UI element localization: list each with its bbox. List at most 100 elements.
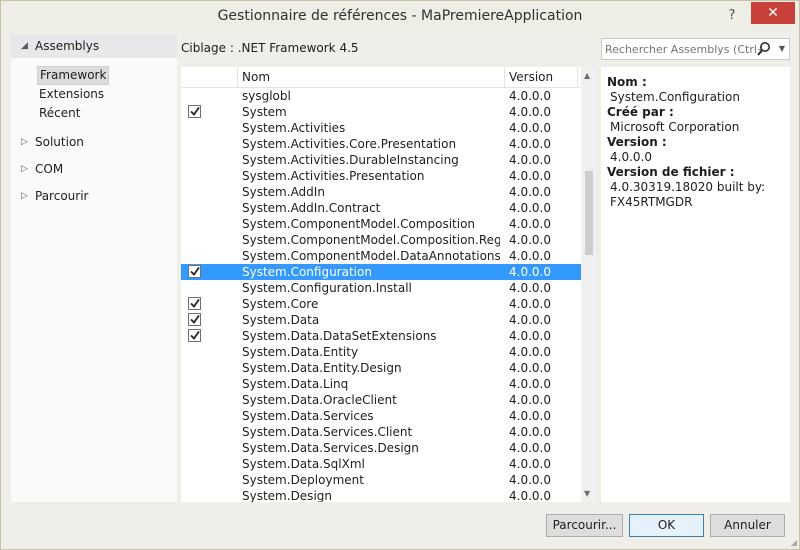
column-separator[interactable]	[504, 67, 505, 87]
checkmark-icon	[190, 314, 200, 324]
nav-node-label: Assemblys	[35, 39, 100, 53]
assembly-name: sysglobl	[242, 89, 291, 103]
assembly-name: System.Data.SqlXml	[242, 457, 365, 471]
window-title: Gestionnaire de références - MaPremiereA…	[217, 8, 583, 24]
assembly-version: 4.0.0.0	[509, 169, 551, 183]
nav-item-extensions[interactable]: Extensions	[37, 85, 106, 104]
assembly-name: System.Data.OracleClient	[242, 393, 397, 407]
assembly-version: 4.0.0.0	[509, 489, 551, 502]
assembly-name: System	[242, 105, 287, 119]
assembly-version: 4.0.0.0	[509, 393, 551, 407]
table-row[interactable]: System.AddIn 4.0.0.0	[181, 184, 581, 200]
table-row[interactable]: System.ComponentModel.DataAnnotations 4.0…	[181, 248, 581, 264]
search-options-dropdown-icon[interactable]: ▼	[779, 44, 785, 53]
checkbox[interactable]	[188, 313, 201, 326]
table-row[interactable]: System.Data.Entity.Design 4.0.0.0	[181, 360, 581, 376]
table-row[interactable]: sysglobl 4.0.0.0	[181, 88, 581, 104]
table-row[interactable]: System.Data.Entity 4.0.0.0	[181, 344, 581, 360]
table-row[interactable]: System.Data.Linq 4.0.0.0	[181, 376, 581, 392]
table-row[interactable]: System.Data.Services 4.0.0.0	[181, 408, 581, 424]
table-row[interactable]: System.Core 4.0.0.0	[181, 296, 581, 312]
table-row[interactable]: System.Data.DataSetExtensions 4.0.0.0	[181, 328, 581, 344]
scroll-up-arrow-icon[interactable]: ▲	[584, 71, 590, 80]
search-box[interactable]: ▼	[601, 38, 790, 60]
detail-name-value: System.Configuration	[610, 90, 740, 104]
table-row[interactable]: System.Data.Services.Design 4.0.0.0	[181, 440, 581, 456]
assembly-name: System.Activities.DurableInstancing	[242, 153, 459, 167]
ok-button[interactable]: OK	[629, 514, 704, 537]
checkbox[interactable]	[188, 329, 201, 342]
table-row[interactable]: System.Data.Services.Client 4.0.0.0	[181, 424, 581, 440]
detail-name-label: Nom :	[607, 75, 647, 89]
nav-item-recent[interactable]: Récent	[37, 104, 82, 123]
assembly-name: System.Data.Entity	[242, 345, 359, 359]
detail-version-value: 4.0.0.0	[610, 150, 652, 164]
assembly-version: 4.0.0.0	[509, 121, 551, 135]
scroll-down-arrow-icon[interactable]: ▼	[584, 489, 590, 498]
help-button[interactable]: ?	[722, 5, 742, 27]
nav-item-framework[interactable]: Framework	[37, 66, 110, 85]
table-row[interactable]: System.Activities.Presentation 4.0.0.0	[181, 168, 581, 184]
assembly-list: Nom Version sysglobl 4.0.0.0 System 4.0.0.0…	[181, 67, 596, 502]
assembly-name: System.Data.Services.Client	[242, 425, 413, 439]
collapsed-arrow-icon[interactable]: ▷	[21, 130, 28, 154]
list-header: Nom Version	[181, 67, 581, 88]
nav-node-label: Solution	[35, 135, 84, 149]
table-row[interactable]: System.Deployment 4.0.0.0	[181, 472, 581, 488]
nav-node-com[interactable]: ▷ COM	[11, 157, 177, 181]
assembly-version: 4.0.0.0	[509, 425, 551, 439]
checkmark-icon	[190, 330, 200, 340]
search-input[interactable]	[605, 40, 763, 58]
table-row[interactable]: System.Activities 4.0.0.0	[181, 120, 581, 136]
checkbox[interactable]	[188, 297, 201, 310]
browse-button[interactable]: Parcourir...	[546, 514, 623, 537]
column-separator[interactable]	[577, 67, 578, 87]
search-icon[interactable]	[757, 41, 771, 57]
detail-version-label: Version :	[607, 135, 667, 149]
assembly-name: System.Data	[242, 313, 320, 327]
table-row[interactable]: System 4.0.0.0	[181, 104, 581, 120]
checkbox[interactable]	[188, 265, 201, 278]
nav-node-solution[interactable]: ▷ Solution	[11, 130, 177, 154]
scrollbar-thumb[interactable]	[585, 171, 593, 255]
assembly-version: 4.0.0.0	[509, 409, 551, 423]
assembly-version: 4.0.0.0	[509, 329, 551, 343]
collapsed-arrow-icon[interactable]: ▷	[21, 184, 28, 208]
table-row[interactable]: System.Data.OracleClient 4.0.0.0	[181, 392, 581, 408]
table-row[interactable]: System.Configuration 4.0.0.0	[181, 264, 581, 280]
assembly-name: System.AddIn.Contract	[242, 201, 381, 215]
table-row[interactable]: System.AddIn.Contract 4.0.0.0	[181, 200, 581, 216]
assembly-name: System.Data.Services	[242, 409, 374, 423]
column-separator[interactable]	[237, 67, 238, 87]
list-scrollbar[interactable]: ▲ ▼	[581, 67, 596, 502]
table-row[interactable]: System.Design 4.0.0.0	[181, 488, 581, 502]
detail-file-version-value-build: FX45RTMGDR	[610, 195, 693, 209]
nav-node-parcourir[interactable]: ▷ Parcourir	[11, 184, 177, 208]
assembly-version: 4.0.0.0	[509, 89, 551, 103]
resize-grip-icon[interactable]: ◢	[791, 538, 797, 547]
table-row[interactable]: System.Configuration.Install 4.0.0.0	[181, 280, 581, 296]
close-button[interactable]: ✕	[751, 2, 795, 24]
cancel-button[interactable]: Annuler	[710, 514, 785, 537]
column-header-name[interactable]: Nom	[242, 67, 270, 87]
nav-node-label: COM	[35, 162, 64, 176]
assembly-version: 4.0.0.0	[509, 361, 551, 375]
table-row[interactable]: System.ComponentModel.Composition.Regist…	[181, 232, 581, 248]
assembly-version: 4.0.0.0	[509, 217, 551, 231]
collapsed-arrow-icon[interactable]: ▷	[21, 157, 28, 181]
nav-node-assemblys[interactable]: ◢ Assemblys	[11, 34, 177, 58]
checkmark-icon	[190, 266, 200, 276]
table-row[interactable]: System.Data.SqlXml 4.0.0.0	[181, 456, 581, 472]
table-row[interactable]: System.Activities.DurableInstancing 4.0.0…	[181, 152, 581, 168]
assembly-name: System.Design	[242, 489, 332, 502]
table-row[interactable]: System.ComponentModel.Composition 4.0.0.0	[181, 216, 581, 232]
column-header-version[interactable]: Version	[509, 67, 553, 87]
table-row[interactable]: System.Activities.Core.Presentation 4.0.0…	[181, 136, 581, 152]
assembly-version: 4.0.0.0	[509, 441, 551, 455]
assembly-name: System.Data.DataSetExtensions	[242, 329, 437, 343]
assembly-version: 4.0.0.0	[509, 249, 551, 263]
assembly-name: System.Activities.Core.Presentation	[242, 137, 457, 151]
expanded-arrow-icon[interactable]: ◢	[21, 34, 28, 58]
table-row[interactable]: System.Data 4.0.0.0	[181, 312, 581, 328]
checkbox[interactable]	[188, 105, 201, 118]
